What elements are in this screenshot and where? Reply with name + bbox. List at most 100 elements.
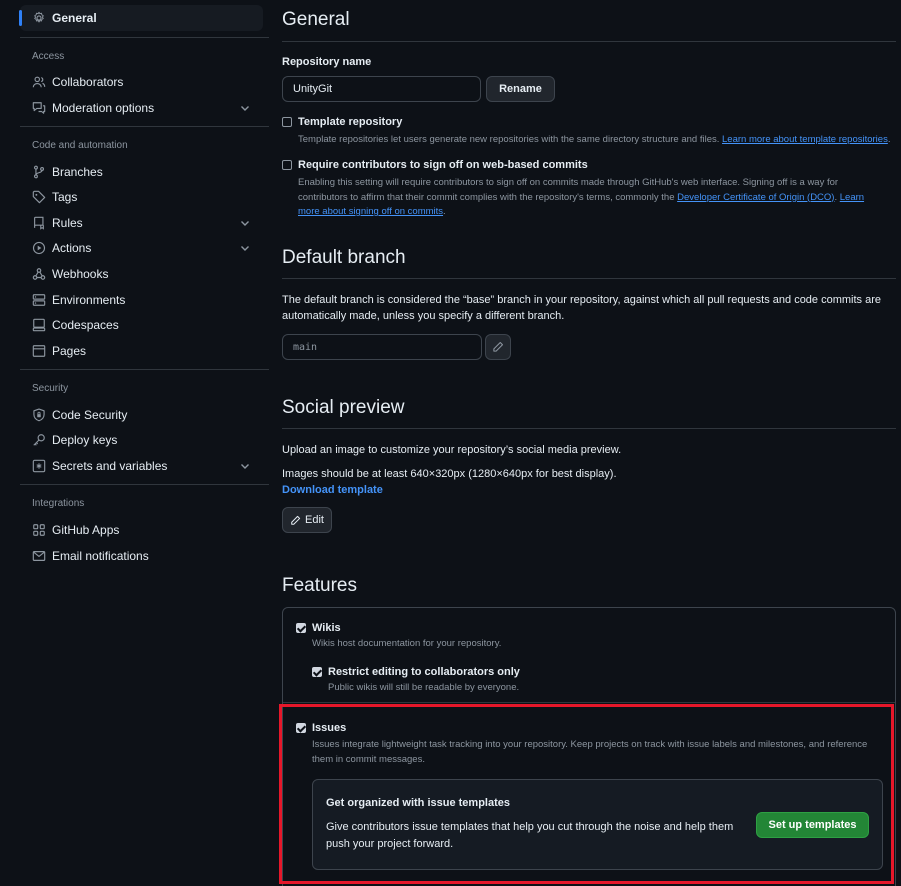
sidebar-item-code-security[interactable]: Code Security: [20, 402, 263, 428]
sidebar-item-label: General: [52, 11, 97, 25]
sidebar-item-label: Secrets and variables: [52, 459, 168, 473]
sidebar-item-moderation-options[interactable]: Moderation options: [20, 95, 263, 121]
repository-name-input[interactable]: UnityGit: [282, 76, 481, 102]
sidebar-item-environments[interactable]: Environments: [20, 287, 263, 313]
sidebar-item-rules[interactable]: Rules: [20, 210, 263, 236]
key-asterisk-icon: [32, 459, 46, 473]
restrict-editing-title: Restrict editing to collaborators only: [328, 666, 520, 678]
template-repository-checkbox[interactable]: [282, 117, 292, 127]
key-icon: [32, 433, 46, 447]
sidebar-item-deploy-keys[interactable]: Deploy keys: [20, 427, 263, 453]
sidebar-item-label: Deploy keys: [52, 433, 118, 447]
template-repository-option: Template repository: [282, 116, 402, 128]
sidebar-item-label: Environments: [52, 293, 126, 307]
template-repository-title: Template repository: [298, 116, 403, 128]
sidebar-item-label: Rules: [52, 216, 83, 230]
gear-icon: [32, 11, 46, 25]
section-divider: [282, 428, 896, 429]
sidebar-item-pages[interactable]: Pages: [20, 338, 263, 364]
chevron-down-icon[interactable]: [239, 217, 251, 229]
branch-name: main: [293, 341, 318, 353]
feature-divider: [283, 702, 895, 703]
dco-link[interactable]: Developer Certificate of Origin (DCO): [677, 192, 834, 203]
active-indicator: [19, 10, 22, 26]
sidebar-item-label: Branches: [52, 165, 103, 179]
section-title-integrations: Integrations: [32, 498, 85, 509]
section-divider: [282, 278, 896, 279]
edit-social-preview-button[interactable]: Edit: [282, 507, 332, 533]
sidebar-divider: [20, 369, 269, 370]
section-title-code-and-automation: Code and automation: [32, 140, 128, 151]
social-preview-heading: Social preview: [282, 397, 405, 418]
apps-icon: [32, 523, 46, 537]
chevron-down-icon[interactable]: [239, 102, 251, 114]
default-branch-field: main: [282, 334, 482, 360]
sidebar-item-webhooks[interactable]: Webhooks: [20, 261, 263, 287]
rename-button[interactable]: Rename: [486, 76, 555, 102]
repo-push-icon: [32, 216, 46, 230]
tag-icon: [32, 190, 46, 204]
browser-icon: [32, 344, 46, 358]
people-icon: [32, 75, 46, 89]
edit-branch-button[interactable]: [485, 334, 511, 360]
wikis-title: Wikis: [312, 622, 341, 634]
sidebar-divider: [20, 484, 269, 485]
sidebar-item-actions[interactable]: Actions: [20, 235, 263, 261]
sidebar-item-collaborators[interactable]: Collaborators: [20, 69, 263, 95]
default-branch-description: The default branch is considered the “ba…: [282, 294, 882, 322]
sidebar-item-label: Collaborators: [52, 75, 124, 89]
section-title-access: Access: [32, 51, 65, 62]
restrict-editing-checkbox[interactable]: [312, 667, 322, 677]
default-branch-heading: Default branch: [282, 247, 406, 268]
comment-discussion-icon: [32, 101, 46, 115]
template-repository-description: Template repositories let users generate…: [298, 133, 898, 148]
punctuation: .: [834, 191, 838, 203]
git-branch-icon: [32, 165, 46, 179]
sidebar-divider: [20, 37, 269, 38]
server-icon: [32, 293, 46, 307]
sidebar-item-label: Webhooks: [52, 267, 109, 281]
wikis-option: Wikis: [296, 622, 341, 634]
sidebar-item-email-notifications[interactable]: Email notifications: [20, 543, 263, 569]
sidebar-item-github-apps[interactable]: GitHub Apps: [20, 517, 263, 543]
signoff-checkbox[interactable]: [282, 160, 292, 170]
learn-more-template-link[interactable]: Learn more about template repositories: [722, 134, 888, 145]
social-preview-intro: Upload an image to customize your reposi…: [282, 444, 622, 456]
download-template-link[interactable]: Download template: [282, 484, 383, 496]
mail-icon: [32, 549, 46, 563]
sidebar-item-label: Tags: [52, 190, 78, 204]
sidebar-item-label: Email notifications: [52, 549, 149, 563]
sidebar-item-label: Code Security: [52, 408, 128, 422]
signoff-title: Require contributors to sign off on web-…: [298, 159, 588, 171]
sidebar-item-secrets-and-variables[interactable]: Secrets and variables: [20, 453, 263, 479]
sidebar-item-label: Moderation options: [52, 101, 155, 115]
page-title: General: [282, 9, 350, 30]
signoff-option: Require contributors to sign off on web-…: [282, 159, 588, 171]
punctuation: .: [887, 134, 891, 145]
chevron-down-icon[interactable]: [239, 242, 251, 254]
wikis-checkbox[interactable]: [296, 623, 306, 633]
sidebar-item-label: GitHub Apps: [52, 523, 120, 537]
description-text: Template repositories let users generate…: [298, 134, 720, 145]
sidebar-item-tags[interactable]: Tags: [20, 184, 263, 210]
shield-lock-icon: [32, 408, 46, 422]
codespaces-icon: [32, 318, 46, 332]
sidebar-item-label: Actions: [52, 241, 92, 255]
pencil-icon: [493, 341, 504, 352]
sidebar-item-codespaces[interactable]: Codespaces: [20, 312, 263, 338]
sidebar-item-branches[interactable]: Branches: [20, 159, 263, 185]
features-heading: Features: [282, 575, 357, 596]
repository-name-label: Repository name: [282, 56, 372, 68]
repository-name-value: UnityGit: [293, 83, 333, 95]
signoff-description: Enabling this setting will require contr…: [298, 176, 888, 220]
section-divider: [282, 41, 896, 42]
sidebar-item-general[interactable]: General: [19, 5, 263, 31]
sidebar-item-label: Codespaces: [52, 318, 119, 332]
sidebar-divider: [20, 126, 269, 127]
section-title-security: Security: [32, 383, 69, 394]
play-icon: [32, 241, 46, 255]
restrict-editing-option: Restrict editing to collaborators only: [312, 666, 520, 678]
webhook-icon: [32, 267, 46, 281]
pencil-icon: [291, 515, 301, 525]
chevron-down-icon[interactable]: [239, 460, 251, 472]
